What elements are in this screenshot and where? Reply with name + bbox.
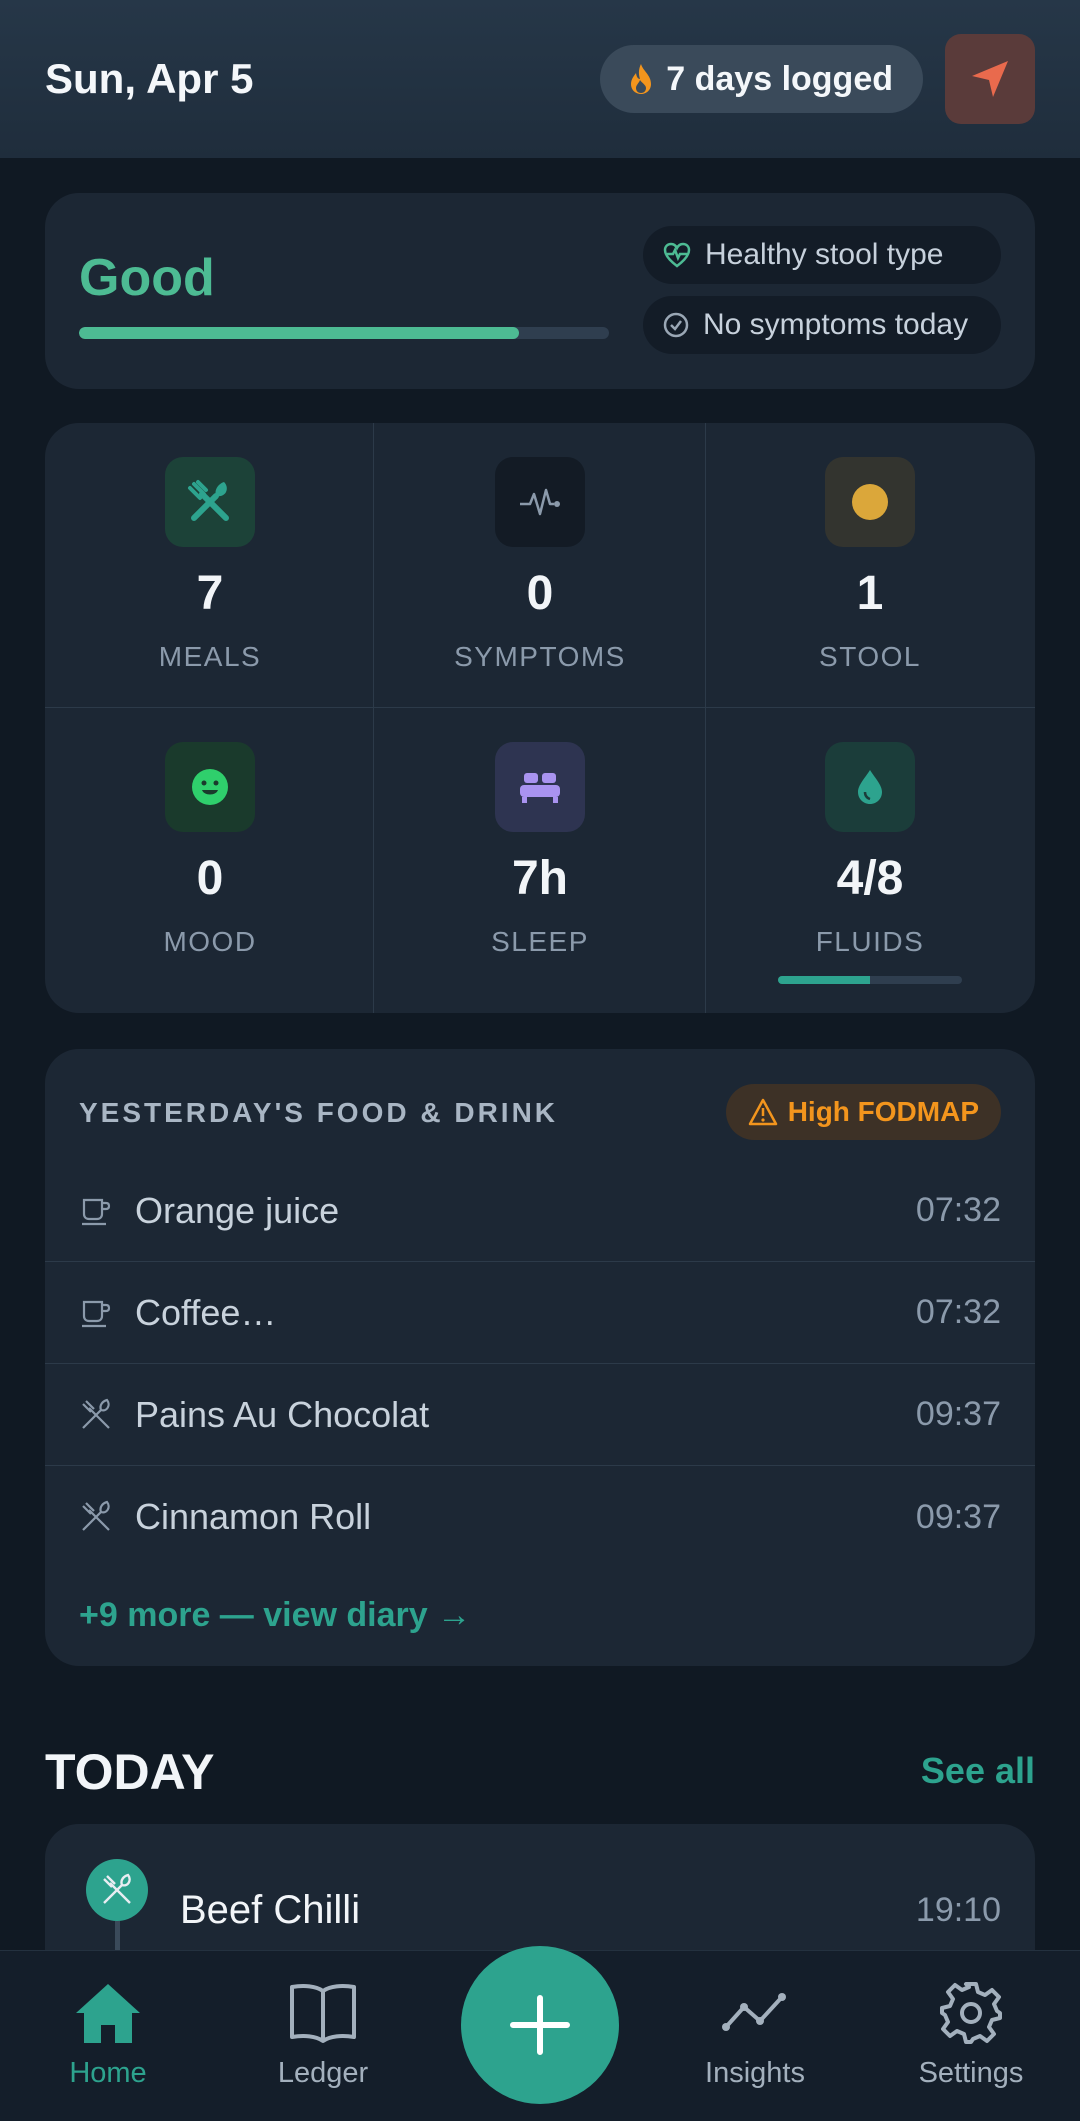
header-date: Sun, Apr 5 (45, 55, 254, 102)
chip-label: Healthy stool type (705, 238, 944, 271)
stat-label: STOOL (819, 641, 921, 672)
stat-stool[interactable]: 1 STOOL (705, 457, 1035, 673)
home-icon (76, 1984, 140, 2043)
fluids-progress-fill (778, 976, 870, 984)
stat-value: 7 (196, 567, 224, 620)
activity-icon (520, 488, 560, 516)
stat-icon-bg (825, 742, 915, 832)
stat-value: 4/8 (836, 852, 904, 905)
stat-mood[interactable]: 0 MOOD (45, 742, 375, 958)
food-item[interactable]: Pains Au Chocolat 09:37 (45, 1364, 1035, 1466)
nav-settings[interactable]: Settings (896, 1981, 1046, 2090)
stat-value: 0 (526, 567, 554, 620)
nav-label: Settings (918, 2057, 1024, 2089)
food-name: Orange juice (135, 1189, 340, 1231)
see-all-link[interactable]: See all (921, 1750, 1035, 1792)
smile-icon (192, 769, 228, 805)
streak-badge[interactable]: 7 days logged (600, 45, 923, 113)
food-name: Pains Au Chocolat (135, 1393, 430, 1435)
status-progress-fill (79, 327, 519, 339)
location-button[interactable] (945, 34, 1035, 124)
stat-icon-bg (495, 457, 585, 547)
add-entry-button[interactable] (461, 1946, 619, 2104)
status-rating: Good (79, 249, 215, 307)
today-entry-icon (86, 1859, 148, 1921)
stat-label: MEALS (158, 641, 262, 672)
food-time: 07:32 (915, 1191, 1001, 1229)
fluids-progress-bar (778, 976, 962, 984)
nav-label: Home (69, 2057, 147, 2089)
utensils-icon (82, 1398, 110, 1429)
nav-ledger[interactable]: Ledger (248, 1981, 398, 2090)
nav-label: Insights (705, 2057, 805, 2089)
chip-healthy-stool: Healthy stool type (643, 226, 1001, 284)
divider (45, 707, 1035, 708)
food-item[interactable]: Cinnamon Roll 09:37 (45, 1466, 1035, 1568)
app-header: Sun, Apr 5 7 days logged (0, 0, 1080, 158)
nav-label: Ledger (277, 2057, 369, 2089)
warning-icon (748, 1098, 777, 1126)
stat-label: MOOD (163, 926, 257, 957)
chip-label: No symptoms today (703, 308, 969, 341)
utensils-icon (188, 480, 229, 521)
stat-value: 0 (196, 852, 224, 905)
navigation-arrow-icon (972, 61, 1008, 97)
status-progress-bar (79, 327, 609, 339)
stat-label: FLUIDS (815, 926, 925, 957)
heart-pulse-icon (663, 242, 691, 268)
bed-icon (520, 773, 560, 803)
fodmap-label: High FODMAP (787, 1096, 979, 1127)
stat-value: 1 (856, 567, 884, 620)
food-time: 09:37 (915, 1497, 1001, 1536)
food-item[interactable]: Coffee… 07:32 (45, 1262, 1035, 1364)
stat-icon-bg (495, 742, 585, 832)
stat-label: SLEEP (491, 926, 589, 957)
stat-sleep[interactable]: 7h SLEEP (375, 742, 705, 958)
stat-icon-bg (165, 457, 255, 547)
stat-icon-bg (825, 457, 915, 547)
today-entry-time: 19:10 (915, 1891, 1001, 1929)
gear-icon (940, 1982, 1002, 2044)
nav-insights[interactable]: Insights (680, 1981, 830, 2090)
stat-value: 7h (511, 852, 568, 905)
section-title: YESTERDAY'S FOOD & DRINK (79, 1097, 559, 1128)
droplet-icon (858, 770, 882, 804)
view-diary-link[interactable]: +9 more — view diary → (79, 1596, 471, 1635)
chip-no-symptoms: No symptoms today (643, 296, 1001, 354)
yesterday-food-card: YESTERDAY'S FOOD & DRINK High FODMAP Ora… (45, 1049, 1035, 1666)
stat-icon-bg (165, 742, 255, 832)
flame-icon (631, 64, 652, 94)
status-card[interactable]: Good Healthy stool type No symptoms toda… (45, 193, 1035, 389)
cup-icon (82, 1198, 111, 1225)
food-item[interactable]: Orange juice 07:32 (45, 1160, 1035, 1262)
food-name: Coffee… (135, 1291, 277, 1333)
stat-meals[interactable]: 7 MEALS (45, 457, 375, 673)
plus-icon (510, 1995, 570, 2055)
check-circle-icon (663, 312, 689, 338)
cup-icon (82, 1300, 111, 1327)
utensils-icon (103, 1873, 131, 1904)
stat-label: SYMPTOMS (454, 641, 626, 672)
today-heading: TODAY (45, 1744, 215, 1800)
stat-symptoms[interactable]: 0 SYMPTOMS (375, 457, 705, 673)
chart-line-icon (722, 1993, 786, 2031)
food-name: Cinnamon Roll (135, 1496, 372, 1537)
nav-home[interactable]: Home (33, 1981, 183, 2090)
today-entry-name[interactable]: Beef Chilli (180, 1888, 360, 1933)
fodmap-badge[interactable]: High FODMAP (725, 1084, 1001, 1140)
food-time: 09:37 (915, 1395, 1001, 1433)
streak-label: 7 days logged (666, 59, 893, 98)
book-icon (290, 1984, 356, 2043)
stat-fluids[interactable]: 4/8 FLUIDS (705, 742, 1035, 984)
utensils-icon (82, 1500, 110, 1531)
stats-grid: 7 MEALS 0 SYMPTOMS 1 STOOL 0 MOOD 7h SLE… (45, 423, 1035, 1013)
food-time: 07:32 (915, 1293, 1001, 1331)
dot-icon (852, 484, 888, 520)
